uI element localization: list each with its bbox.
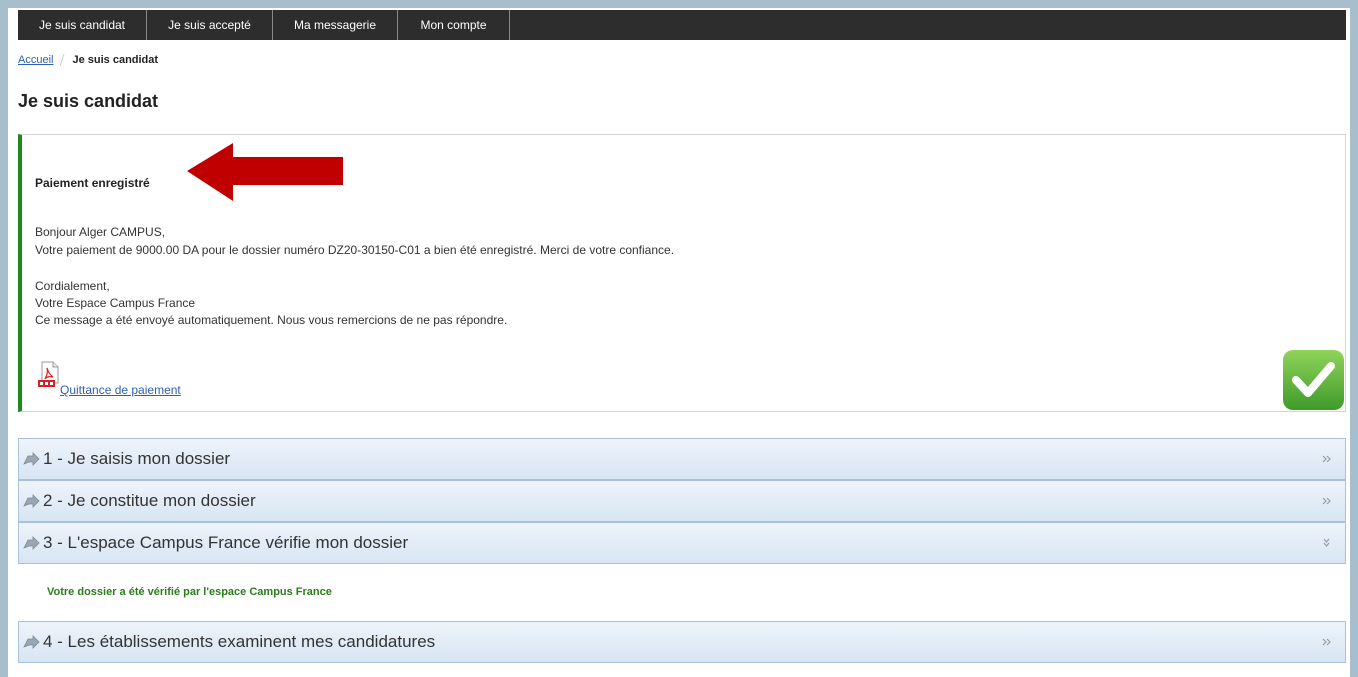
arrow-right-icon [23,536,40,550]
nav-item-ma-messagerie[interactable]: Ma messagerie [273,10,398,40]
step-2-header[interactable]: 2 - Je constitue mon dossier [18,480,1346,522]
message-title: Paiement enregistré [35,176,150,190]
nav-item-je-suis-candidat[interactable]: Je suis candidat [18,10,147,40]
arrow-right-icon [23,452,40,466]
top-nav: Je suis candidat Je suis accepté Ma mess… [18,10,1346,40]
chevron-double-right-icon [1322,455,1331,463]
breadcrumb-home-link[interactable]: Accueil [18,52,53,68]
step-4-label: 4 - Les établissements examinent mes can… [43,632,436,651]
receipt-download-link[interactable]: Quittance de paiement [60,382,181,398]
message-closing: Cordialement, [35,279,110,293]
breadcrumb-current: Je suis candidat [72,54,159,66]
message-greeting: Bonjour Alger CAMPUS, [35,225,166,239]
message-body: Votre paiement de 9000.00 DA pour le dos… [35,243,675,257]
chevron-double-down-icon [1323,538,1330,547]
breadcrumb: Accueil Je suis candidat [18,52,158,68]
message-signature: Votre Espace Campus France [35,296,196,310]
step-3-label: 3 - L'espace Campus France vérifie mon d… [43,533,409,552]
step-1-label: 1 - Je saisis mon dossier [43,449,231,468]
step-2-label: 2 - Je constitue mon dossier [43,491,256,510]
payment-message-box: Paiement enregistré Bonjour Alger CAMPUS… [18,134,1346,412]
red-arrow-annotation [187,143,343,201]
message-notice: Ce message a été envoyé automatiquement.… [35,313,508,327]
step-3-content: Votre dossier a été vérifié par l'espace… [47,586,332,598]
arrow-right-icon [23,635,40,649]
nav-item-mon-compte[interactable]: Mon compte [398,10,510,40]
step-3-header[interactable]: 3 - L'espace Campus France vérifie mon d… [18,522,1346,564]
step-4-header[interactable]: 4 - Les établissements examinent mes can… [18,621,1346,663]
chevron-double-right-icon [1322,638,1331,646]
page-title: Je suis candidat [18,91,159,111]
step-1-header[interactable]: 1 - Je saisis mon dossier [18,438,1346,480]
arrow-right-icon [23,494,40,508]
pdf-icon[interactable] [38,361,60,388]
nav-item-je-suis-accepte[interactable]: Je suis accepté [147,10,273,40]
chevron-double-right-icon [1322,497,1331,505]
breadcrumb-separator [59,53,65,67]
checkmark-icon [1283,350,1344,410]
